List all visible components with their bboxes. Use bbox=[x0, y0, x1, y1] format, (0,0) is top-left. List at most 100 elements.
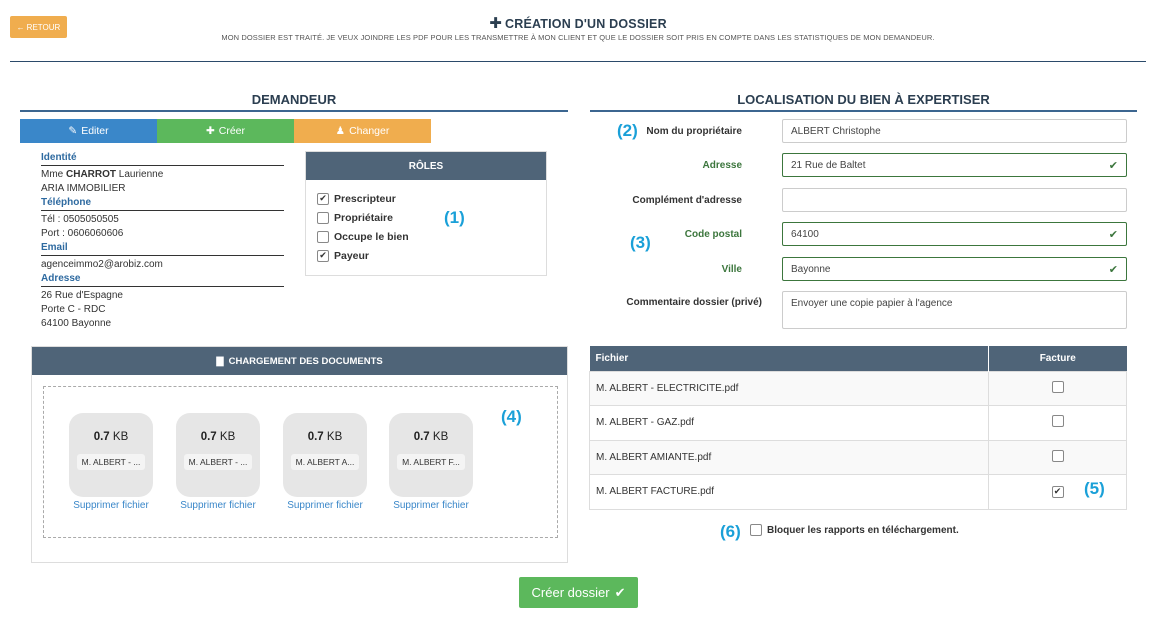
block-reports-checkbox[interactable] bbox=[750, 524, 762, 536]
address-field-label: Adresse bbox=[702, 159, 742, 171]
invoice-cell: ✔ bbox=[988, 474, 1127, 510]
address-complement-label: Complément d'adresse bbox=[632, 194, 742, 206]
demandeur-email: agenceimmo2@arobiz.com bbox=[41, 259, 163, 270]
edit-button[interactable]: ✎ Editer bbox=[20, 119, 157, 143]
postal-code-label: Code postal bbox=[684, 228, 742, 240]
role-checkbox[interactable]: ✔ bbox=[317, 192, 329, 205]
owner-input[interactable]: ALBERT Christophe bbox=[782, 119, 1127, 143]
table-row: M. ALBERT - GAZ.pdf bbox=[589, 405, 1127, 441]
role-checkbox[interactable] bbox=[317, 211, 329, 224]
marker-4: (4) bbox=[501, 407, 522, 426]
role-item[interactable]: Propriétaire bbox=[306, 208, 546, 227]
create-demandeur-button[interactable]: ✚ Créer bbox=[157, 119, 294, 143]
file-preview: 0.7 KB M. ALBERT F... Supprimer fichier bbox=[389, 413, 473, 511]
demandeur-company: ARIA IMMOBILIER bbox=[41, 183, 126, 194]
file-size: 0.7 KB bbox=[413, 431, 449, 443]
address-row: Adresse 21 Rue de Baltet ✔ bbox=[590, 153, 1127, 177]
city-input[interactable]: Bayonne ✔ bbox=[782, 257, 1127, 281]
change-demandeur-button[interactable]: ♟ Changer bbox=[294, 119, 431, 143]
comment-label: Commentaire dossier (privé) bbox=[626, 297, 762, 308]
marker-3: (3) bbox=[630, 233, 651, 252]
marker-6: (6) bbox=[720, 522, 741, 541]
check-icon: ✔ bbox=[1108, 229, 1118, 241]
role-item[interactable]: ✔ Prescripteur bbox=[306, 189, 546, 208]
invoice-checkbox[interactable]: ✔ bbox=[1051, 485, 1064, 498]
comment-textarea[interactable]: Envoyer une copie papier à l'agence bbox=[782, 291, 1127, 329]
demandeur-actions: ✎ Editer ✚ Créer ♟ Changer bbox=[20, 119, 431, 143]
role-label: Prescripteur bbox=[334, 192, 396, 205]
block-reports-row: Bloquer les rapports en téléchargement. bbox=[750, 524, 959, 536]
role-label: Propriétaire bbox=[334, 211, 393, 224]
block-reports-label: Bloquer les rapports en téléchargement. bbox=[767, 524, 959, 536]
file-size: 0.7 KB bbox=[307, 431, 343, 443]
upload-panel: ▇ CHARGEMENT DES DOCUMENTS 0.7 KB M. ALBE… bbox=[31, 346, 568, 563]
delete-file-link[interactable]: Supprimer fichier bbox=[389, 500, 473, 511]
file-preview: 0.7 KB M. ALBERT - ... Supprimer fichier bbox=[69, 413, 153, 511]
file-name-cell: M. ALBERT AMIANTE.pdf bbox=[589, 439, 989, 475]
marker-2: (2) bbox=[617, 121, 638, 140]
file-name: M. ALBERT - ... bbox=[184, 454, 252, 470]
role-checkbox[interactable] bbox=[317, 230, 329, 243]
file-name-cell: M. ALBERT FACTURE.pdf bbox=[589, 474, 989, 510]
file-name: M. ALBERT A... bbox=[291, 454, 359, 470]
column-invoice: Facture bbox=[988, 346, 1127, 371]
demandeur-mobile: Port : 0606060606 bbox=[41, 228, 124, 239]
invoice-cell bbox=[988, 370, 1127, 406]
postal-code-input[interactable]: 64100 ✔ bbox=[782, 222, 1127, 246]
city-label: Ville bbox=[721, 263, 742, 275]
file-dropzone[interactable]: 0.7 KB M. ALBERT - ... Supprimer fichier 0.… bbox=[43, 386, 558, 538]
address-label: Adresse bbox=[41, 272, 284, 287]
role-checkbox[interactable]: ✔ bbox=[317, 249, 329, 262]
invoice-checkbox[interactable] bbox=[1051, 380, 1064, 393]
invoice-cell bbox=[988, 439, 1127, 475]
owner-row: Nom du propriétaire ALBERT Christophe bbox=[590, 119, 1127, 143]
delete-file-link[interactable]: Supprimer fichier bbox=[69, 500, 153, 511]
file-tile: 0.7 KB M. ALBERT - ... bbox=[69, 413, 153, 497]
postal-code-row: Code postal 64100 ✔ bbox=[590, 222, 1127, 246]
delete-file-link[interactable]: Supprimer fichier bbox=[176, 500, 260, 511]
invoice-checkbox[interactable] bbox=[1051, 415, 1064, 428]
file-preview: 0.7 KB M. ALBERT - ... Supprimer fichier bbox=[176, 413, 260, 511]
plus-icon: ✚ bbox=[205, 125, 215, 137]
delete-file-link[interactable]: Supprimer fichier bbox=[283, 500, 367, 511]
invoice-checkbox[interactable] bbox=[1051, 449, 1064, 462]
check-icon: ✔ bbox=[1108, 160, 1118, 172]
role-item[interactable]: ✔ Payeur bbox=[306, 246, 546, 265]
roles-title: RÔLES bbox=[306, 152, 546, 180]
user-icon: ♟ bbox=[335, 125, 346, 137]
city-row: Ville Bayonne ✔ bbox=[590, 257, 1127, 281]
file-size: 0.7 KB bbox=[200, 431, 236, 443]
email-label: Email bbox=[41, 241, 284, 256]
page-subtitle: MON DOSSIER EST TRAITÉ. JE VEUX JOINDRE … bbox=[221, 33, 935, 42]
address-input[interactable]: 21 Rue de Baltet ✔ bbox=[782, 153, 1127, 177]
file-name: M. ALBERT - ... bbox=[77, 454, 145, 470]
demandeur-details: Identité Mme CHARROT Laurienne ARIA IMMO… bbox=[41, 151, 284, 331]
role-label: Payeur bbox=[334, 249, 370, 262]
file-tile: 0.7 KB M. ALBERT F... bbox=[389, 413, 473, 497]
bar-chart-icon: ▇ bbox=[216, 355, 224, 367]
demandeur-address-line3: 64100 Bayonne bbox=[41, 318, 112, 329]
file-size: 0.7 KB bbox=[93, 431, 129, 443]
roles-panel: RÔLES ✔ Prescripteur Propriétaire Occupe le… bbox=[305, 151, 547, 276]
files-table: Fichier Facture M. ALBERT - ELECTRICITE.… bbox=[589, 346, 1127, 510]
identity-label: Identité bbox=[41, 151, 284, 166]
role-label: Occupe le bien bbox=[334, 230, 409, 243]
file-name-cell: M. ALBERT - GAZ.pdf bbox=[589, 405, 989, 441]
owner-label: Nom du propriétaire bbox=[646, 125, 742, 137]
marker-1: (1) bbox=[444, 208, 465, 227]
phone-label: Téléphone bbox=[41, 196, 284, 211]
files-table-header: Fichier Facture bbox=[589, 346, 1127, 371]
upload-title: ▇ CHARGEMENT DES DOCUMENTS bbox=[32, 347, 567, 375]
localisation-title: LOCALISATION DU BIEN À EXPERTISER bbox=[737, 92, 990, 107]
demandeur-address-line2: Porte C - RDC bbox=[41, 304, 106, 315]
invoice-cell bbox=[988, 405, 1127, 441]
file-tile: 0.7 KB M. ALBERT - ... bbox=[176, 413, 260, 497]
role-item[interactable]: Occupe le bien bbox=[306, 227, 546, 246]
address-complement-row: Complément d'adresse bbox=[590, 188, 1127, 212]
localisation-divider bbox=[590, 110, 1137, 112]
column-file: Fichier bbox=[589, 346, 989, 371]
roles-list: ✔ Prescripteur Propriétaire Occupe le bien ✔… bbox=[306, 180, 546, 265]
file-name: M. ALBERT F... bbox=[397, 454, 465, 470]
address-complement-input[interactable] bbox=[782, 188, 1127, 212]
create-dossier-button[interactable]: Créer dossier ✔ bbox=[519, 577, 638, 608]
